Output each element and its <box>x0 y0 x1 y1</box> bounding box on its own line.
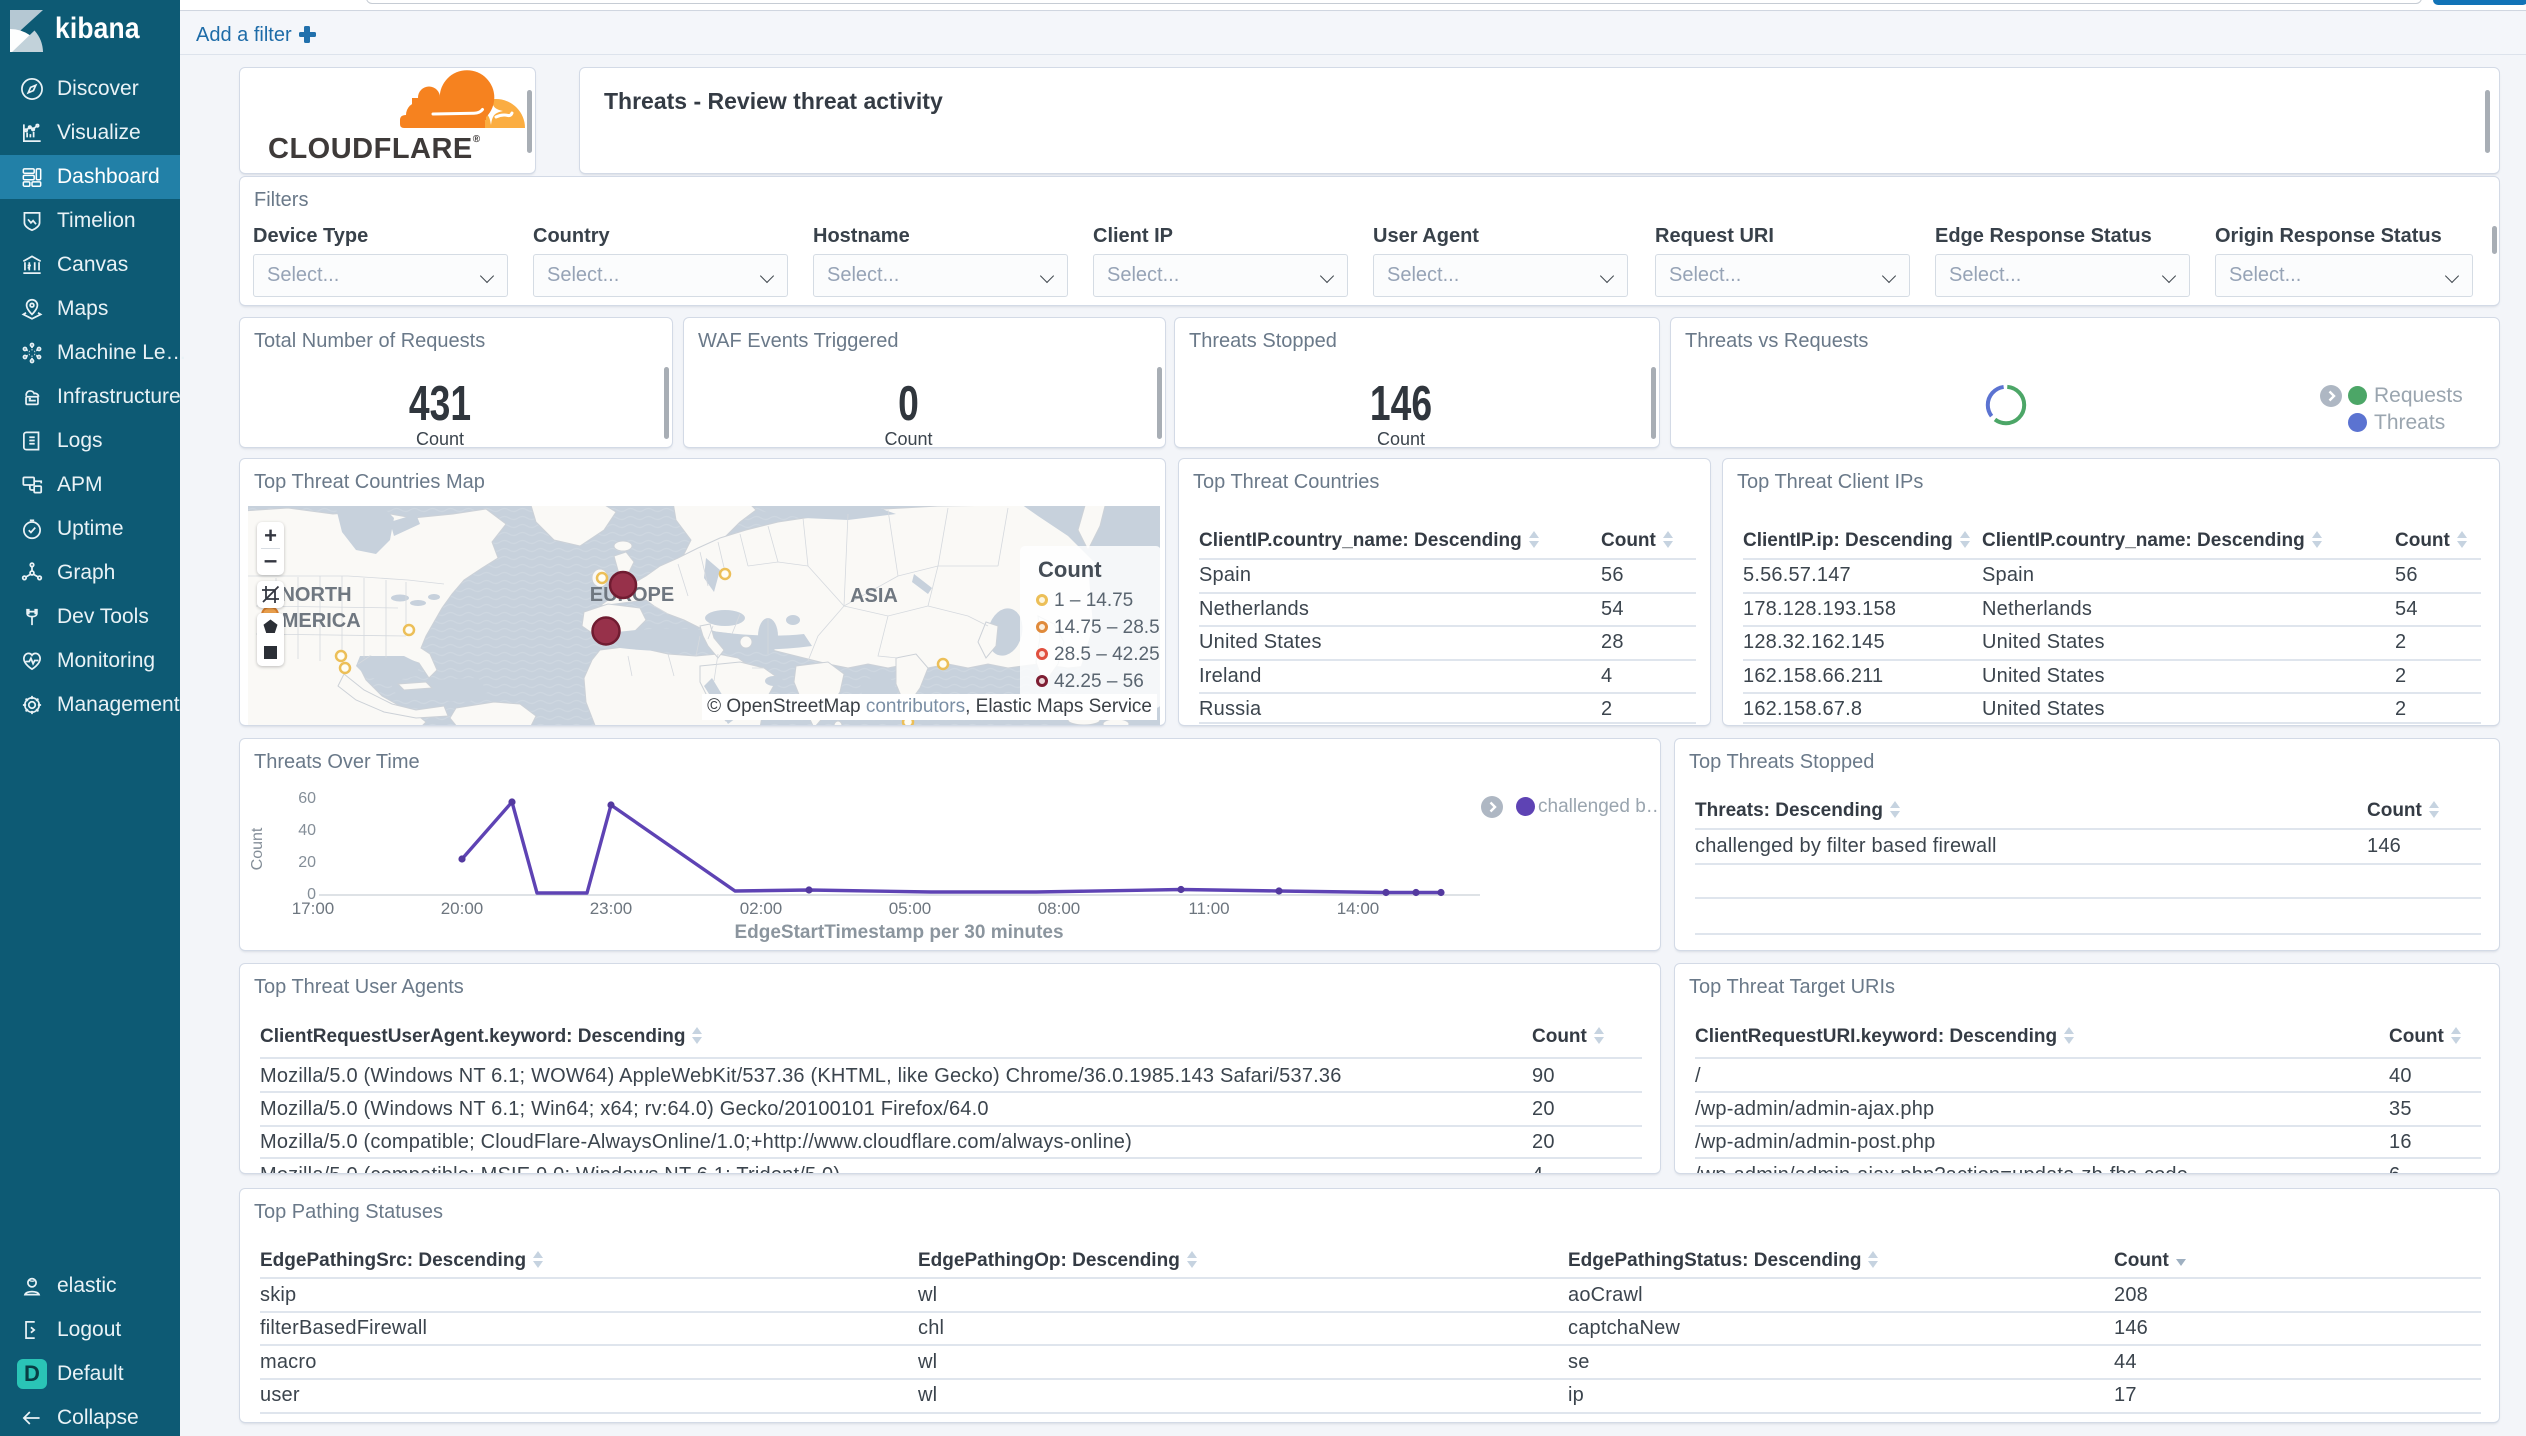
svg-text:08:00: 08:00 <box>1038 899 1081 918</box>
svg-text:17:00: 17:00 <box>292 899 335 918</box>
svg-text:NORTH: NORTH <box>280 584 351 606</box>
svg-text:23:00: 23:00 <box>590 899 633 918</box>
svg-text:EdgeStartTimestamp per 30 minu: EdgeStartTimestamp per 30 minutes <box>734 922 1063 943</box>
svg-text:05:00: 05:00 <box>889 899 932 918</box>
svg-text:02:00: 02:00 <box>740 899 783 918</box>
svg-text:60: 60 <box>298 790 316 807</box>
svg-text:11:00: 11:00 <box>1188 899 1229 918</box>
svg-text:14:00: 14:00 <box>1337 899 1380 918</box>
svg-text:40: 40 <box>298 822 316 839</box>
svg-text:Count: Count <box>249 827 266 870</box>
svg-text:20:00: 20:00 <box>441 899 484 918</box>
svg-text:20: 20 <box>298 854 316 871</box>
svg-text:ASIA: ASIA <box>850 585 898 607</box>
